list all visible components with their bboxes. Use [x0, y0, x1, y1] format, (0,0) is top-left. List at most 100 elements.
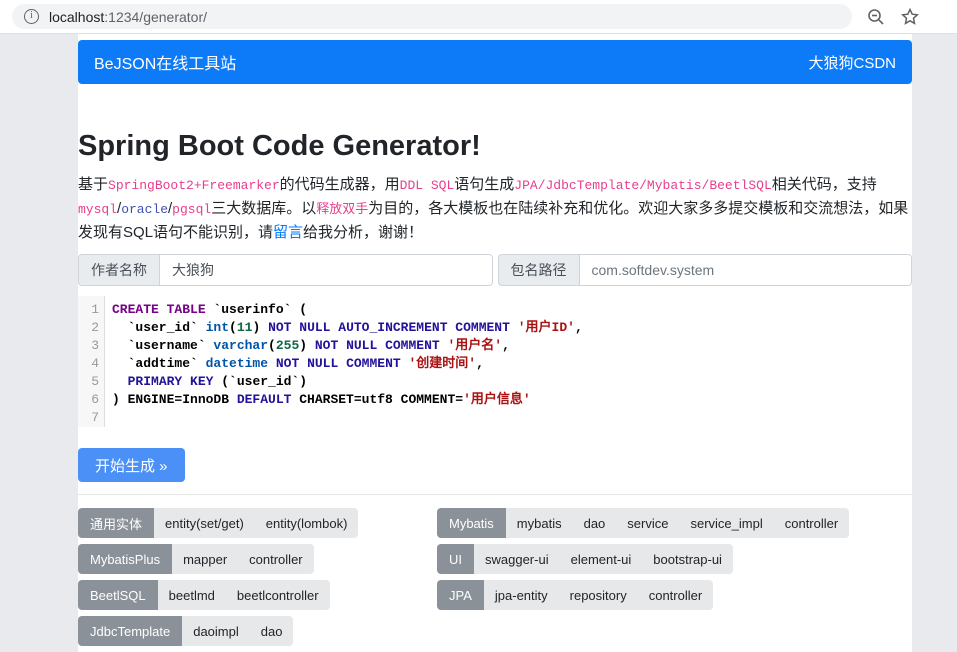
navbar-csdn-link[interactable]: 大狼狗CSDN — [808, 52, 896, 73]
code-token: DEFAULT — [237, 392, 292, 407]
editor-line — [112, 409, 583, 427]
template-groups-left-column: 通用实体entity(set/get)entity(lombok)Mybatis… — [78, 508, 437, 652]
browser-toolbar: i localhost:1234/generator/ — [0, 0, 957, 34]
editor-line: ) ENGINE=InnoDB DEFAULT CHARSET=utf8 COM… — [112, 391, 583, 409]
template-item-button[interactable]: dao — [573, 508, 617, 538]
template-item-button[interactable]: mybatis — [506, 508, 573, 538]
inline-code: pgsql — [172, 202, 211, 217]
code-token: `user_id` — [112, 320, 206, 335]
line-number: 6 — [78, 391, 99, 409]
editor-line: `user_id` int(11) NOT NULL AUTO_INCREMEN… — [112, 319, 583, 337]
address-bar[interactable]: i localhost:1234/generator/ — [12, 4, 852, 29]
section-divider — [78, 494, 912, 495]
template-item-button[interactable]: service_impl — [679, 508, 773, 538]
template-item-button[interactable]: controller — [238, 544, 313, 574]
template-group-row: BeetlSQLbeetlmdbeetlcontroller — [78, 580, 437, 616]
template-group-label: JdbcTemplate — [78, 616, 182, 646]
code-token: CHARSET=utf8 COMMENT= — [291, 392, 463, 407]
code-token: 11 — [237, 320, 253, 335]
inline-code: 释放双手 — [316, 202, 368, 217]
template-group: Mybatismybatisdaoserviceservice_implcont… — [437, 508, 849, 538]
code-token: '创建时间' — [409, 356, 477, 371]
editor-line: CREATE TABLE `userinfo` ( — [112, 301, 583, 319]
template-groups: 通用实体entity(set/get)entity(lombok)Mybatis… — [78, 508, 912, 652]
template-item-button[interactable]: dao — [250, 616, 294, 646]
code-token: PRIMARY KEY — [128, 374, 214, 389]
editor-line: `addtime` datetime NOT NULL COMMENT '创建时… — [112, 355, 583, 373]
intro-text: 相关代码，支持 — [772, 176, 877, 193]
template-item-button[interactable]: entity(set/get) — [154, 508, 255, 538]
template-group-row: JdbcTemplatedaoimpldao — [78, 616, 437, 652]
author-input[interactable] — [159, 254, 493, 286]
site-navbar: BeJSON在线工具站 大狼狗CSDN — [78, 40, 912, 84]
template-item-button[interactable]: entity(lombok) — [255, 508, 359, 538]
line-number: 5 — [78, 373, 99, 391]
url-text: localhost:1234/generator/ — [49, 9, 207, 25]
template-group-row: Mybatismybatisdaoserviceservice_implcont… — [437, 508, 912, 544]
template-item-button[interactable]: beetlmd — [158, 580, 226, 610]
generate-button[interactable]: 开始生成 » — [78, 448, 185, 482]
code-token: `userinfo` ( — [206, 302, 307, 317]
code-token: (`user_id`) — [213, 374, 307, 389]
sql-code-editor[interactable]: 1234567 CREATE TABLE `userinfo` ( `user_… — [78, 296, 912, 427]
code-token: ) — [252, 320, 268, 335]
template-group-label: BeetlSQL — [78, 580, 158, 610]
template-group: MybatisPlusmappercontroller — [78, 544, 314, 574]
template-group: BeetlSQLbeetlmdbeetlcontroller — [78, 580, 330, 610]
template-group-label: 通用实体 — [78, 508, 154, 538]
message-board-link[interactable]: 留言 — [273, 224, 303, 241]
template-group: JdbcTemplatedaoimpldao — [78, 616, 293, 646]
intro-paragraph: 基于SpringBoot2+Freemarker的代码生成器，用DDL SQL语… — [78, 173, 912, 244]
editor-line-numbers: 1234567 — [78, 296, 105, 427]
intro-text: 给我分析，谢谢！ — [303, 224, 423, 241]
code-token: `username` — [112, 338, 213, 353]
package-input[interactable] — [579, 254, 913, 286]
template-item-button[interactable]: repository — [559, 580, 638, 610]
template-group: UIswagger-uielement-uibootstrap-ui — [437, 544, 733, 574]
code-token: 255 — [276, 338, 299, 353]
template-group: JPAjpa-entityrepositorycontroller — [437, 580, 713, 610]
navbar-brand[interactable]: BeJSON在线工具站 — [94, 50, 236, 74]
page-info-icon[interactable]: i — [24, 9, 39, 24]
intro-text: 三大数据库。以 — [211, 200, 316, 217]
code-token: ( — [268, 338, 276, 353]
template-item-button[interactable]: controller — [774, 508, 849, 538]
code-token — [112, 374, 128, 389]
code-token: '用户ID' — [518, 320, 575, 335]
template-group-row: UIswagger-uielement-uibootstrap-ui — [437, 544, 912, 580]
code-token: varchar — [213, 338, 268, 353]
template-item-button[interactable]: beetlcontroller — [226, 580, 330, 610]
editor-line: `username` varchar(255) NOT NULL COMMENT… — [112, 337, 583, 355]
template-item-button[interactable]: swagger-ui — [474, 544, 560, 574]
intro-text: 的代码生成器，用 — [280, 176, 400, 193]
template-item-button[interactable]: bootstrap-ui — [642, 544, 733, 574]
bookmark-star-icon[interactable] — [900, 7, 920, 27]
line-number: 4 — [78, 355, 99, 373]
template-group-row: MybatisPlusmappercontroller — [78, 544, 437, 580]
inline-code: mysql — [78, 202, 117, 217]
template-item-button[interactable]: jpa-entity — [484, 580, 559, 610]
code-token: '用户名' — [448, 338, 503, 353]
line-number: 2 — [78, 319, 99, 337]
url-path: :1234/generator/ — [104, 9, 207, 25]
inline-code: JPA/JdbcTemplate/Mybatis/BeetlSQL — [514, 178, 771, 193]
package-label: 包名路径 — [498, 254, 579, 286]
code-token: , — [476, 356, 484, 371]
template-item-button[interactable]: service — [616, 508, 679, 538]
zoom-out-icon[interactable] — [866, 7, 886, 27]
editor-code: CREATE TABLE `userinfo` ( `user_id` int(… — [105, 296, 583, 427]
template-item-button[interactable]: daoimpl — [182, 616, 250, 646]
page-body: BeJSON在线工具站 大狼狗CSDN Spring Boot Code Gen… — [0, 34, 957, 644]
line-number: 3 — [78, 337, 99, 355]
template-item-button[interactable]: element-ui — [560, 544, 643, 574]
code-token — [401, 356, 409, 371]
code-token: '用户信息' — [463, 392, 531, 407]
template-item-button[interactable]: mapper — [172, 544, 238, 574]
template-item-button[interactable]: controller — [638, 580, 713, 610]
template-group-row: JPAjpa-entityrepositorycontroller — [437, 580, 912, 616]
code-token: CREATE TABLE — [112, 302, 206, 317]
inline-code: oracle — [121, 202, 168, 217]
code-token: NOT NULL COMMENT — [276, 356, 401, 371]
code-token: datetime — [206, 356, 268, 371]
template-group-row: 通用实体entity(set/get)entity(lombok) — [78, 508, 437, 544]
